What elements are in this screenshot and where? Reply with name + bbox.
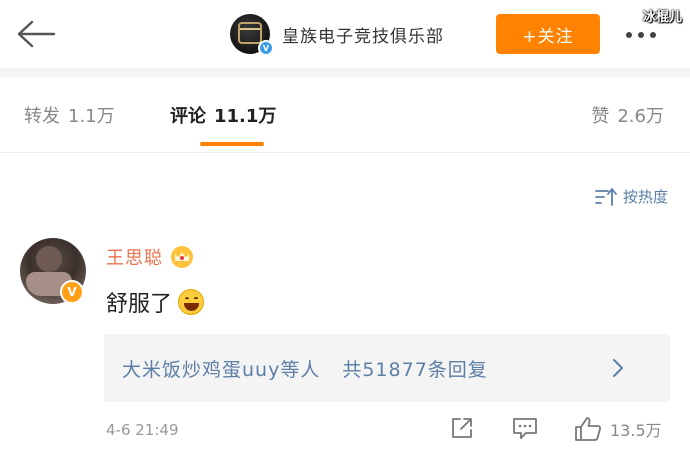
replies-total: 共51877条回复 <box>342 358 488 381</box>
comment-time: 4-6 21:49 <box>106 421 179 439</box>
tab-comment-count: 11.1万 <box>214 106 277 127</box>
laugh-emoji-icon <box>178 289 205 315</box>
commenter-name-text: 王思聪 <box>106 248 163 269</box>
crown-icon <box>171 246 193 268</box>
reply-icon <box>513 418 537 439</box>
account-name: 皇族电子竞技俱乐部 <box>282 26 444 47</box>
more-icon[interactable] <box>626 32 656 38</box>
tab-like[interactable]: 赞 2.6万 <box>591 102 664 128</box>
active-tab-indicator <box>200 142 264 146</box>
sort-button[interactable]: 按热度 <box>595 186 668 207</box>
verified-badge-icon: V <box>258 40 274 56</box>
tab-repost-label: 转发 <box>24 106 60 127</box>
thumbs-up-icon <box>575 417 602 441</box>
separator-band <box>0 68 690 78</box>
comment-text: 舒服了 <box>106 286 205 318</box>
watermark: 冰棍儿 <box>642 10 682 25</box>
account-info[interactable]: V 皇族电子竞技俱乐部 <box>230 12 444 56</box>
tab-repost-count: 1.1万 <box>68 106 115 127</box>
back-button[interactable] <box>14 16 58 52</box>
follow-button[interactable]: +关注 <box>496 14 600 54</box>
verified-badge-icon: V <box>60 280 84 304</box>
sort-label: 按热度 <box>622 188 668 206</box>
back-arrow-icon <box>17 20 56 48</box>
share-icon <box>452 418 472 438</box>
commenter-name[interactable]: 王思聪 <box>106 244 193 270</box>
tab-like-label: 赞 <box>591 106 610 127</box>
like-count: 13.5万 <box>610 421 662 440</box>
tab-like-count: 2.6万 <box>617 106 664 127</box>
tab-comment[interactable]: 评论 11.1万 <box>170 102 276 128</box>
share-button[interactable] <box>450 416 474 440</box>
account-avatar[interactable]: V <box>230 14 274 56</box>
replies-users: 大米饭炒鸡蛋uuy等人 <box>122 358 321 381</box>
sort-icon <box>595 187 617 206</box>
like-button[interactable]: 13.5万 <box>574 416 662 442</box>
account-logo <box>238 22 262 44</box>
reply-button[interactable] <box>512 416 538 440</box>
comment-body: 舒服了 <box>106 292 173 317</box>
top-bar: V 皇族电子竞技俱乐部 +关注 冰棍儿 <box>0 0 690 68</box>
tab-bar: 转发 1.1万 评论 11.1万 赞 2.6万 <box>0 78 690 152</box>
replies-summary[interactable]: 大米饭炒鸡蛋uuy等人 共51877条回复 <box>104 334 670 402</box>
chevron-right-icon <box>613 359 623 377</box>
divider <box>0 152 690 153</box>
tab-repost[interactable]: 转发 1.1万 <box>24 102 115 128</box>
tab-comment-label: 评论 <box>170 106 206 127</box>
